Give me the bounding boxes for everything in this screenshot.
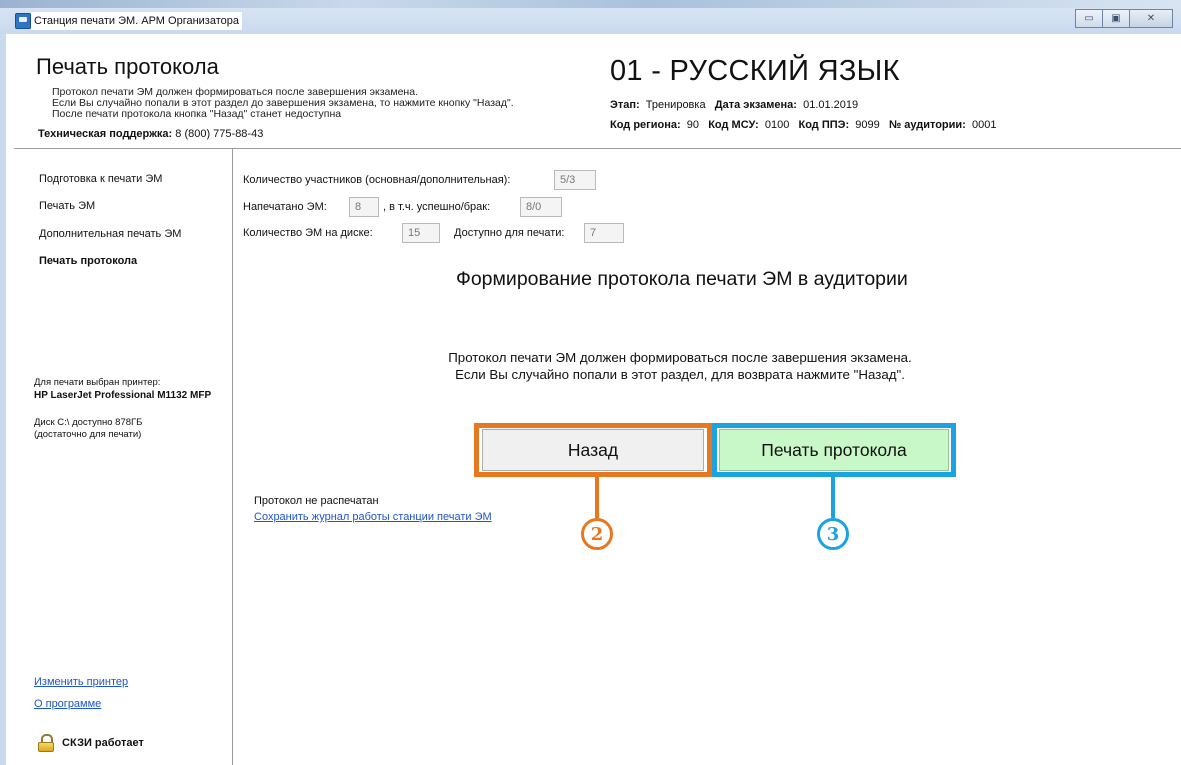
protocol-status: Протокол не распечатан — [254, 495, 379, 507]
disk-em-label: Количество ЭМ на диске: — [243, 227, 373, 239]
stage-label: Этап: — [610, 99, 640, 111]
region-label: Код региона: — [610, 119, 681, 131]
maximize-icon[interactable]: ▣ — [1102, 9, 1130, 28]
room-label: № аудитории: — [888, 119, 966, 131]
sidebar: Подготовка к печати ЭМ Печать ЭМ Дополни… — [14, 149, 233, 765]
disk-em-field: 15 — [402, 223, 440, 243]
printer-name: HP LaserJet Professional M1132 MFP — [34, 390, 212, 401]
room-value: 0001 — [971, 119, 997, 131]
lock-icon — [38, 734, 54, 752]
sidebar-item-print-em[interactable]: Печать ЭМ — [39, 200, 95, 212]
ppe-label: Код ППЭ: — [798, 119, 850, 131]
msu-label: Код МСУ: — [708, 119, 759, 131]
save-log-link[interactable]: Сохранить журнал работы станции печати Э… — [254, 511, 492, 523]
callout-badge-print: 3 — [817, 518, 849, 550]
participants-field: 5/3 — [554, 170, 596, 190]
disk-space: Диск C:\ доступно 878ГБ — [34, 417, 143, 428]
header-notes: Протокол печати ЭМ должен формироваться … — [52, 87, 514, 120]
stage-value: Тренировка — [645, 99, 706, 111]
skzi-status-label: СКЗИ работает — [62, 737, 144, 749]
print-protocol-button[interactable]: Печать протокола — [719, 429, 949, 471]
exam-stage-row: Этап: Тренировка Дата экзамена: 01.01.20… — [610, 99, 858, 111]
support-phone: 8 (800) 775-88-43 — [175, 128, 264, 140]
date-label: Дата экзамена: — [714, 99, 797, 111]
region-value: 90 — [686, 119, 700, 131]
window-controls: ▭ ▣ ✕ — [1075, 9, 1173, 28]
app-icon — [15, 13, 31, 29]
support-info: Техническая поддержка: 8 (800) 775-88-43 — [38, 128, 263, 140]
exam-codes-row: Код региона: 90 Код МСУ: 0100 Код ППЭ: 9… — [610, 119, 996, 131]
sidebar-item-additional-print[interactable]: Дополнительная печать ЭМ — [39, 228, 181, 240]
page-header: Печать протокола Протокол печати ЭМ долж… — [14, 42, 1181, 149]
sidebar-item-prepare[interactable]: Подготовка к печати ЭМ — [39, 173, 162, 185]
titlebar-background — [0, 0, 1181, 8]
main-message-line: Протокол печати ЭМ должен формироваться … — [448, 350, 912, 365]
header-note-line: После печати протокола кнопка "Назад" ст… — [52, 108, 342, 120]
printed-label: Напечатано ЭМ: — [243, 201, 327, 213]
printed-field: 8 — [349, 197, 379, 217]
printer-label: Для печати выбран принтер: — [34, 377, 161, 388]
ppe-value: 9099 — [855, 119, 880, 131]
main-heading: Формирование протокола печати ЭМ в аудит… — [456, 268, 908, 290]
window-title: Станция печати ЭМ. АРМ Организатора — [31, 12, 242, 30]
change-printer-link[interactable]: Изменить принтер — [34, 676, 128, 688]
available-label: Доступно для печати: — [454, 227, 565, 239]
about-link[interactable]: О программе — [34, 698, 101, 710]
close-icon[interactable]: ✕ — [1129, 9, 1173, 28]
callout-badge-back: 2 — [581, 518, 613, 550]
participants-label: Количество участников (основная/дополнит… — [243, 174, 511, 186]
main-message: Протокол печати ЭМ должен формироваться … — [400, 349, 960, 383]
minimize-icon[interactable]: ▭ — [1075, 9, 1103, 28]
success-field: 8/0 — [520, 197, 562, 217]
success-label: , в т.ч. успешно/брак: — [383, 201, 491, 213]
sidebar-item-print-protocol[interactable]: Печать протокола — [39, 255, 137, 267]
skzi-status: СКЗИ работает — [38, 734, 144, 752]
available-field: 7 — [584, 223, 624, 243]
page-title: Печать протокола — [36, 54, 219, 79]
main-message-line: Если Вы случайно попали в этот раздел, д… — [455, 367, 905, 382]
disk-space-note: (достаточно для печати) — [34, 429, 142, 440]
back-callout-line — [595, 477, 599, 518]
msu-value: 0100 — [764, 119, 790, 131]
window-titlebar: Станция печати ЭМ. АРМ Организатора ▭ ▣ … — [0, 0, 1181, 34]
exam-title: 01 - РУССКИЙ ЯЗЫК — [610, 55, 900, 87]
print-callout-line — [831, 477, 835, 518]
support-label: Техническая поддержка: — [38, 128, 173, 140]
back-button[interactable]: Назад — [482, 429, 704, 471]
date-value: 01.01.2019 — [803, 99, 859, 111]
